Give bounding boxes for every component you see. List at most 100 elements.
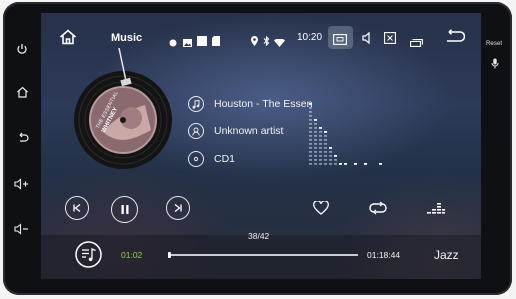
- spectrum-bar-segment: [319, 155, 322, 157]
- head-unit-screen: Music 10:20 THE ESSENTIAL WHITNEY Housto…: [41, 13, 481, 279]
- spectrum-bar-segment: [314, 163, 317, 165]
- spectrum-bar-segment: [309, 163, 312, 165]
- spectrum-bar-segment: [329, 147, 332, 149]
- spectrum-bar-segment: [319, 151, 322, 153]
- spectrum-bar-segment: [329, 159, 332, 161]
- current-time: 01:02: [121, 250, 143, 260]
- spectrum-bar-segment: [314, 131, 317, 133]
- square-icon: [197, 33, 207, 51]
- spectrum-bar-segment: [314, 143, 317, 145]
- reset-label[interactable]: Reset: [486, 41, 502, 47]
- spectrum-bar-segment: [314, 139, 317, 141]
- dot-icon: [169, 34, 177, 52]
- playlist-button[interactable]: [75, 241, 102, 273]
- repeat-icon[interactable]: [369, 201, 387, 220]
- spectrum-bar-segment: [309, 131, 312, 133]
- track-album-row: CD1: [188, 151, 235, 167]
- spectrum-bar-segment: [309, 119, 312, 121]
- location-icon: [251, 33, 258, 51]
- spectrum-bar-segment: [314, 135, 317, 137]
- home-icon[interactable]: [10, 82, 34, 102]
- spectrum-bar-segment: [314, 123, 317, 125]
- clock-time: 10:20: [297, 32, 323, 43]
- spectrum-bar-segment: [344, 163, 347, 165]
- progress-slider[interactable]: [168, 252, 358, 258]
- track-artist: Unknown artist: [214, 125, 284, 137]
- window-icon[interactable]: [410, 34, 423, 52]
- cast-icon[interactable]: [333, 32, 347, 50]
- wifi-icon: [274, 34, 285, 52]
- spectrum-bar-segment: [309, 151, 312, 153]
- spectrum-bar-segment: [324, 135, 327, 137]
- spectrum-bar-segment: [354, 163, 357, 165]
- volume-icon[interactable]: [362, 31, 372, 49]
- return-icon[interactable]: [445, 29, 466, 48]
- pause-icon: [121, 205, 128, 214]
- close-box-icon[interactable]: [384, 31, 396, 49]
- spectrum-bar-segment: [324, 147, 327, 149]
- track-album: CD1: [214, 153, 236, 165]
- back-icon[interactable]: [10, 128, 34, 148]
- spectrum-visualizer: [309, 103, 382, 165]
- progress-thumb[interactable]: [168, 252, 171, 258]
- previous-button[interactable]: [65, 196, 89, 220]
- spectrum-bar-segment: [324, 163, 327, 165]
- spectrum-bar-segment: [309, 139, 312, 141]
- sd-card-icon: [212, 33, 220, 51]
- spectrum-bar-segment: [329, 151, 332, 153]
- volume-down-icon[interactable]: [10, 219, 34, 239]
- spectrum-bar-segment: [314, 155, 317, 157]
- equalizer-icon[interactable]: [427, 202, 445, 220]
- spectrum-bar-segment: [319, 147, 322, 149]
- spectrum-bar-segment: [309, 143, 312, 145]
- spectrum-bar-segment: [319, 135, 322, 137]
- bottom-bar: [41, 235, 481, 279]
- spectrum-bar-segment: [309, 147, 312, 149]
- app-title: Music: [111, 32, 143, 44]
- spectrum-bar-segment: [309, 103, 312, 105]
- spectrum-bar-segment: [309, 135, 312, 137]
- spectrum-bar-segment: [324, 143, 327, 145]
- disc-icon: [188, 151, 204, 167]
- spectrum-bar-segment: [364, 163, 367, 165]
- spectrum-bar-segment: [324, 155, 327, 157]
- next-icon: [174, 203, 182, 213]
- spectrum-bar-segment: [309, 111, 312, 113]
- spectrum-bar-segment: [334, 163, 337, 165]
- spectrum-bar-segment: [309, 123, 312, 125]
- spectrum-bar-segment: [319, 159, 322, 161]
- spectrum-bar-segment: [324, 139, 327, 141]
- spectrum-bar-segment: [339, 163, 342, 165]
- spectrum-bar-segment: [319, 143, 322, 145]
- spectrum-bar-segment: [319, 127, 322, 129]
- playlist-icon: [75, 241, 102, 268]
- music-note-icon: [188, 96, 204, 112]
- track-artist-row: Unknown artist: [188, 123, 283, 139]
- microphone-icon[interactable]: [484, 54, 506, 72]
- track-title-row: Houston - The Essen: [188, 96, 312, 112]
- spectrum-bar-segment: [324, 151, 327, 153]
- track-counter: 38/42: [248, 231, 270, 241]
- spectrum-bar-segment: [334, 159, 337, 161]
- image-icon: [183, 34, 192, 52]
- person-icon: [188, 123, 204, 139]
- spectrum-bar-segment: [334, 155, 337, 157]
- spectrum-bar-segment: [314, 159, 317, 161]
- spectrum-bar-segment: [314, 151, 317, 153]
- home-icon[interactable]: [59, 29, 77, 50]
- spectrum-bar-segment: [309, 107, 312, 109]
- power-icon[interactable]: [10, 39, 34, 59]
- heart-icon[interactable]: [313, 200, 329, 220]
- spectrum-bar-segment: [309, 155, 312, 157]
- spectrum-bar-segment: [319, 139, 322, 141]
- spectrum-bar-segment: [319, 131, 322, 133]
- previous-icon: [73, 203, 81, 213]
- spectrum-bar-segment: [329, 155, 332, 157]
- spectrum-bar-segment: [314, 147, 317, 149]
- spectrum-bar-segment: [309, 115, 312, 117]
- spectrum-bar-segment: [329, 163, 332, 165]
- volume-up-icon[interactable]: [10, 174, 34, 194]
- eq-preset-label[interactable]: Jazz: [434, 248, 459, 262]
- pause-button[interactable]: [111, 196, 138, 223]
- next-button[interactable]: [166, 196, 190, 220]
